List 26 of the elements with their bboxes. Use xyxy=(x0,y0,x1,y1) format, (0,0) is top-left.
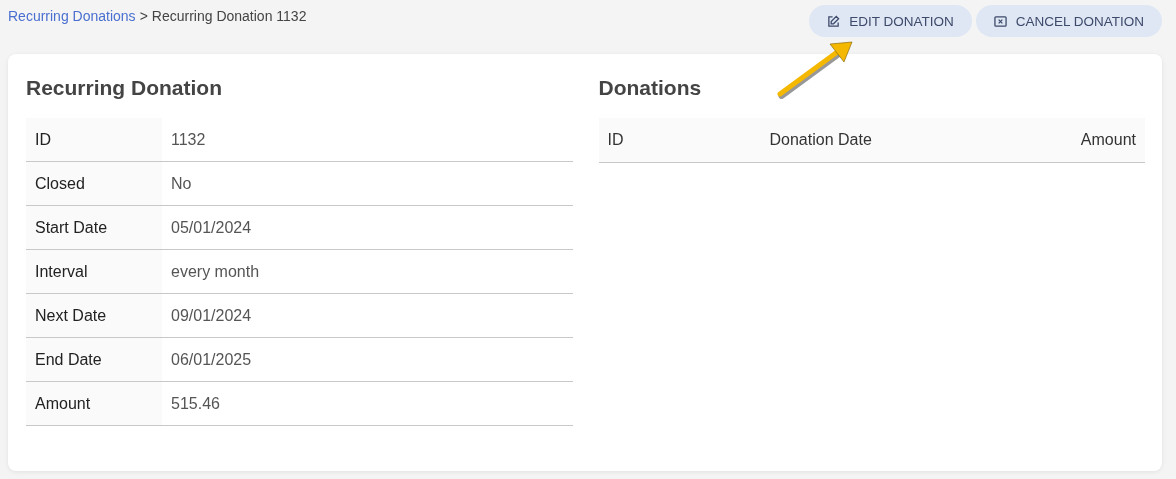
breadcrumb-separator: > xyxy=(139,8,148,24)
breadcrumb-link[interactable]: Recurring Donations xyxy=(8,8,136,24)
close-icon xyxy=(993,14,1007,28)
table-cell-text: 05/01/2024 xyxy=(170,217,252,238)
table-cell: Next Date xyxy=(26,294,162,337)
table-cell: ID xyxy=(26,118,162,161)
section-title: Donations xyxy=(598,76,703,100)
cancel-button[interactable]: CANCEL DONATION xyxy=(975,5,1162,37)
table-cell: Amount xyxy=(26,382,162,425)
column-header: ID xyxy=(607,131,625,149)
edit-icon xyxy=(827,14,841,28)
table-cell-text: No xyxy=(170,173,192,194)
table-cell-text: 1132 xyxy=(170,129,206,150)
table-cell: Start Date xyxy=(26,206,162,249)
column-header: Amount xyxy=(1080,131,1136,149)
table-cell: Interval xyxy=(26,250,162,293)
table-cell-text: every month xyxy=(170,261,260,282)
table-cell-text: 515.46 xyxy=(170,393,220,414)
breadcrumb-current: Recurring Donation 1132 xyxy=(151,8,307,24)
table-cell-text: 06/01/2025 xyxy=(170,349,252,370)
table-cell-text: 09/01/2024 xyxy=(170,305,252,326)
section-title: Recurring Donation xyxy=(26,76,223,100)
table-cell: Closed xyxy=(26,162,162,205)
column-header: Donation Date xyxy=(769,131,873,149)
table-cell: End Date xyxy=(26,338,162,381)
edit-button[interactable]: EDIT DONATION xyxy=(809,5,972,37)
